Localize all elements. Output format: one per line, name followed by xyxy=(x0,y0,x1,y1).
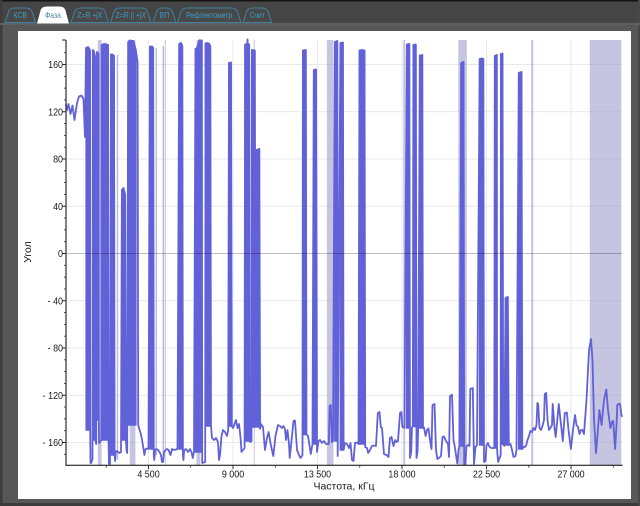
svg-text:- 160: - 160 xyxy=(43,437,64,449)
svg-text:Z=R || +jX: Z=R || +jX xyxy=(116,10,146,20)
svg-text:13 500: 13 500 xyxy=(304,469,332,481)
svg-text:Частота, кГц: Частота, кГц xyxy=(313,481,374,493)
svg-text:КСВ: КСВ xyxy=(14,10,27,20)
svg-text:9 000: 9 000 xyxy=(222,469,245,481)
svg-text:0: 0 xyxy=(58,248,63,260)
svg-text:- 80: - 80 xyxy=(48,343,64,355)
svg-text:120: 120 xyxy=(48,107,63,119)
svg-text:4 500: 4 500 xyxy=(137,469,160,481)
svg-text:Z=R +jX: Z=R +jX xyxy=(77,10,102,20)
svg-text:Рефлектометр: Рефлектометр xyxy=(186,10,232,20)
svg-text:22 500: 22 500 xyxy=(473,469,501,481)
svg-text:- 120: - 120 xyxy=(43,390,64,402)
svg-text:Фаза: Фаза xyxy=(45,10,62,20)
svg-text:18 000: 18 000 xyxy=(388,469,416,481)
svg-text:ВП: ВП xyxy=(160,10,169,20)
svg-text:80: 80 xyxy=(53,154,63,166)
svg-text:- 40: - 40 xyxy=(48,296,64,308)
svg-text:40: 40 xyxy=(53,201,63,213)
svg-text:27 000: 27 000 xyxy=(557,469,585,481)
svg-text:Угол: Угол xyxy=(22,241,34,263)
svg-text:160: 160 xyxy=(48,59,63,71)
svg-text:Счит: Счит xyxy=(250,10,266,20)
